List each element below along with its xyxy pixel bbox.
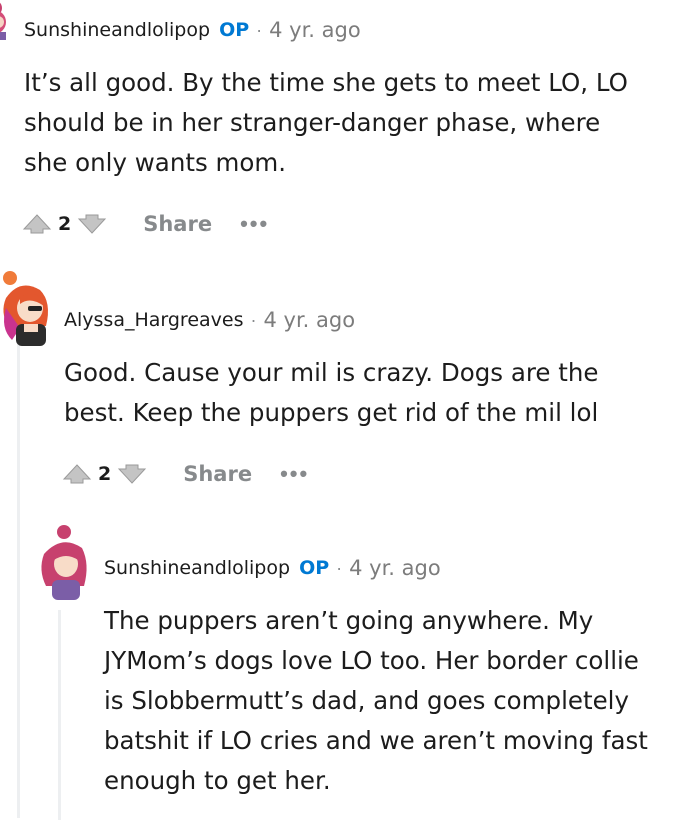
comment-body-line: batshit if LO cries and we aren’t moving… <box>104 726 648 755</box>
more-options-icon[interactable]: ••• <box>240 213 269 235</box>
username[interactable]: Sunshineandlolipop <box>24 19 210 41</box>
downvote-icon[interactable] <box>77 213 107 235</box>
comment-body: The puppers aren’t going anywhere. My JY… <box>104 601 694 801</box>
comment-body-line: JYMom’s dogs love LO too. Her border col… <box>104 646 639 675</box>
upvote-icon[interactable] <box>62 463 92 485</box>
comment-actions: 2 Share ••• <box>62 462 309 486</box>
comment-body-line: is Slobbermutt’s dad, and goes completel… <box>104 686 629 715</box>
vote-score: 2 <box>58 213 72 235</box>
avatar[interactable] <box>0 268 54 348</box>
avatar-icon <box>41 525 87 600</box>
comment-meta: Sunshineandlolipop OP · 4 yr. ago <box>104 538 694 598</box>
upvote-icon[interactable] <box>22 213 52 235</box>
comment-meta: Alyssa_Hargreaves · 4 yr. ago <box>64 290 684 350</box>
comment-body-line: she only wants mom. <box>24 148 287 177</box>
thread-line[interactable] <box>17 318 20 818</box>
username[interactable]: Sunshineandlolipop <box>104 557 290 579</box>
comment-body-line: enough to get her. <box>104 766 331 795</box>
op-badge: OP <box>219 19 250 41</box>
separator: · <box>256 19 263 40</box>
timestamp[interactable]: 4 yr. ago <box>269 18 361 42</box>
vote-score: 2 <box>98 463 112 485</box>
comment: Alyssa_Hargreaves · 4 yr. ago Good. Caus… <box>64 290 684 433</box>
comment-body-line: best. Keep the puppers get rid of the mi… <box>64 398 599 427</box>
timestamp[interactable]: 4 yr. ago <box>264 308 356 332</box>
comment-body-line: The puppers aren’t going anywhere. My <box>104 606 594 635</box>
separator: · <box>250 309 257 330</box>
comment: Sunshineandlolipop OP · 4 yr. ago It’s a… <box>24 0 684 183</box>
op-badge: OP <box>299 557 330 579</box>
avatar-icon <box>3 271 49 346</box>
comment-body-line: It’s all good. By the time she gets to m… <box>24 68 628 97</box>
share-button[interactable]: Share <box>183 462 252 486</box>
thread-line[interactable] <box>58 610 61 820</box>
username[interactable]: Alyssa_Hargreaves <box>64 309 244 331</box>
separator: · <box>336 557 343 578</box>
comment-body: It’s all good. By the time she gets to m… <box>24 63 684 183</box>
comment: Sunshineandlolipop OP · 4 yr. ago The pu… <box>104 538 694 801</box>
comment-actions: 2 Share ••• <box>22 212 269 236</box>
avatar-icon <box>0 2 6 40</box>
downvote-icon[interactable] <box>117 463 147 485</box>
avatar[interactable] <box>38 520 92 600</box>
comment-body: Good. Cause your mil is crazy. Dogs are … <box>64 353 684 433</box>
timestamp[interactable]: 4 yr. ago <box>349 556 441 580</box>
comment-body-line: should be in her stranger-danger phase, … <box>24 108 601 137</box>
comment-body-line: Good. Cause your mil is crazy. Dogs are … <box>64 358 599 387</box>
more-options-icon[interactable]: ••• <box>280 463 309 485</box>
share-button[interactable]: Share <box>143 212 212 236</box>
comment-meta: Sunshineandlolipop OP · 4 yr. ago <box>24 0 684 60</box>
avatar[interactable] <box>0 0 14 40</box>
